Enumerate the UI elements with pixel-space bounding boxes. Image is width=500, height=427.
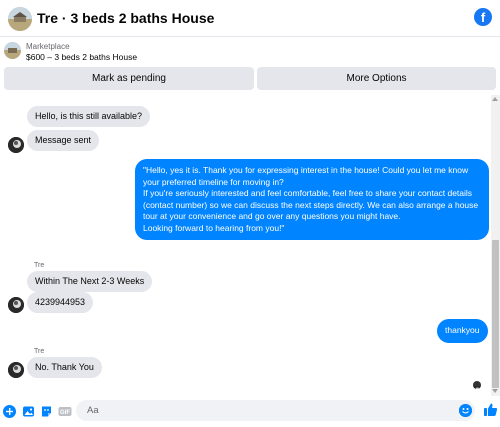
house-avatar[interactable] <box>8 7 32 31</box>
emoji-icon[interactable] <box>459 404 472 417</box>
chat-title[interactable]: Tre · 3 beds 2 baths House <box>37 10 214 26</box>
message-input-placeholder: Aa <box>87 405 99 416</box>
scroll-up-icon[interactable] <box>492 97 498 101</box>
message-bubble-outgoing: thankyou <box>437 319 488 343</box>
listing-thumbnail[interactable] <box>4 42 21 59</box>
message-bubble-outgoing: "Hello, yes it is. Thank you for express… <box>135 159 489 240</box>
mark-as-pending-button[interactable]: Mark as pending <box>4 67 254 90</box>
sender-name: Tre <box>34 262 45 269</box>
seen-receipt-avatar <box>473 381 481 389</box>
marketplace-listing: Marketplace $600 – 3 beds 2 baths House … <box>0 37 500 95</box>
sender-avatar[interactable] <box>8 362 24 378</box>
message-input[interactable] <box>76 400 475 421</box>
more-options-button[interactable]: More Options <box>257 67 496 90</box>
gif-icon[interactable]: GIF <box>58 405 72 418</box>
like-icon[interactable] <box>483 402 498 417</box>
sticker-icon[interactable] <box>40 405 53 418</box>
message-bubble: Message sent <box>27 130 100 151</box>
image-icon[interactable] <box>22 405 35 418</box>
sender-name: Tre <box>34 348 45 355</box>
message-bubble: No. Thank You <box>27 357 102 378</box>
message-bubble: Hello, is this still available? <box>27 106 151 127</box>
chat-header: Tre · 3 beds 2 baths House f <box>0 0 500 37</box>
message-bubble: Within The Next 2-3 Weeks <box>27 271 153 292</box>
add-icon[interactable] <box>3 405 16 418</box>
svg-text:GIF: GIF <box>60 410 70 416</box>
marketplace-label: Marketplace <box>26 42 70 51</box>
scrollbar-thumb[interactable] <box>492 240 499 388</box>
sender-avatar[interactable] <box>8 297 24 313</box>
message-bubble: 4239944953 <box>27 292 94 313</box>
sender-avatar[interactable] <box>8 137 24 153</box>
scroll-down-icon[interactable] <box>492 389 498 393</box>
facebook-icon[interactable]: f <box>474 8 492 26</box>
listing-title[interactable]: $600 – 3 beds 2 baths House <box>26 52 137 62</box>
message-thread[interactable]: Hello, is this still available? Message … <box>0 95 500 396</box>
